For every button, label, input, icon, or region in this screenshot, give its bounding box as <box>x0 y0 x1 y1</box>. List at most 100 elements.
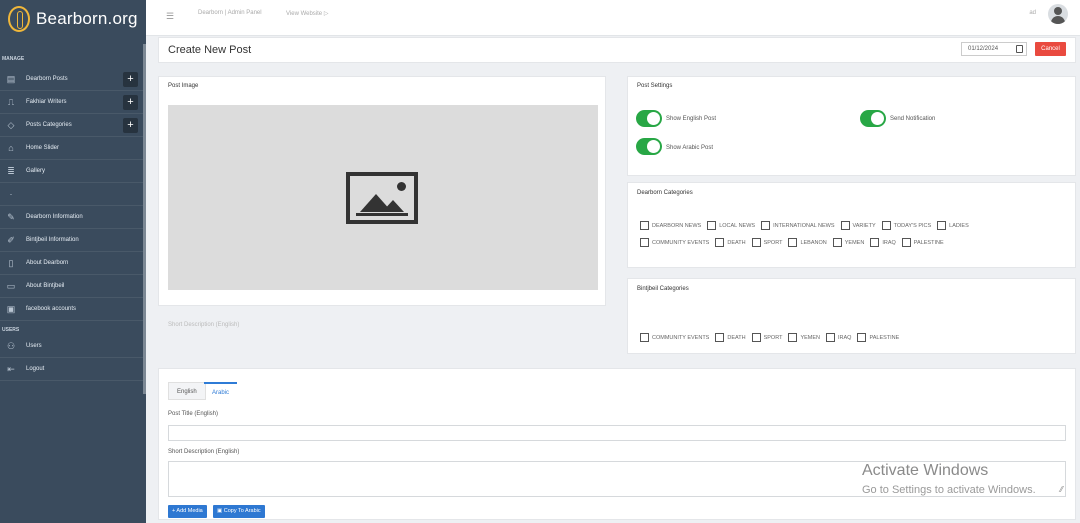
category-checkbox[interactable]: SPORT <box>751 333 782 342</box>
sidebar-item-label: Fakhiar Writers <box>26 99 67 105</box>
checkbox-box[interactable] <box>761 221 771 230</box>
sidebar-item-dearborn-posts[interactable]: ▤ Dearborn Posts + <box>0 68 146 91</box>
cancel-button[interactable]: Cancel <box>1035 42 1066 56</box>
sidebar-item-home-slider[interactable]: ⌂ Home Slider <box>0 137 146 160</box>
sidebar-item-blank[interactable]: · <box>0 183 146 206</box>
category-checkbox[interactable]: INTERNATIONAL NEWS <box>761 221 835 230</box>
checkbox-box[interactable] <box>881 221 891 230</box>
tab-english[interactable]: English <box>168 382 206 400</box>
category-checkbox[interactable]: SPORT <box>751 238 783 247</box>
category-checkbox[interactable]: LOCAL NEWS <box>707 221 755 230</box>
category-label: SPORT <box>763 239 783 246</box>
sidebar-item-users[interactable]: ⚇ Users <box>0 335 146 358</box>
logo[interactable]: Bearborn.org <box>0 0 146 38</box>
category-checkbox[interactable]: PALESTINE <box>857 333 899 342</box>
checkbox-box[interactable] <box>901 238 911 247</box>
category-label: DEATH <box>727 239 746 246</box>
tab-arabic[interactable]: Arabic <box>204 382 238 400</box>
show-arabic-label: Show Arabic Post <box>666 145 714 151</box>
avatar[interactable] <box>1048 4 1068 24</box>
sidebar-item-label: About Bintjbeil <box>26 283 65 289</box>
checkbox-box[interactable] <box>751 238 761 247</box>
show-arabic-toggle[interactable] <box>636 138 662 155</box>
checkbox-box[interactable] <box>840 221 850 230</box>
category-checkbox[interactable]: PALESTINE <box>901 238 944 247</box>
dearborn-categories-row2: COMMUNITY EVENTS DEATH SPORT LEBANON YEM… <box>640 238 946 247</box>
bintjbeil-categories-title: Bintjbeil Categories <box>637 286 689 292</box>
copy-icon: ▣ <box>217 508 224 514</box>
send-notification-toggle[interactable] <box>860 110 886 127</box>
category-checkbox[interactable]: VARIETY <box>840 221 876 230</box>
category-label: YEMEN <box>800 334 821 341</box>
category-checkbox[interactable]: IRAQ <box>870 238 896 247</box>
category-checkbox[interactable]: DEARBORN NEWS <box>640 221 701 230</box>
admin-panel-link[interactable]: Dearborn | Admin Panel <box>198 10 262 16</box>
category-checkbox[interactable]: TODAY'S PICS <box>881 221 931 230</box>
post-content-form: English Arabic Post Title (English) Shor… <box>158 368 1076 520</box>
section-users: USERS <box>2 327 20 333</box>
category-checkbox[interactable]: IRAQ <box>826 333 851 342</box>
resize-handle-icon[interactable]: ⁄⁄ <box>1060 485 1063 494</box>
view-website-link[interactable]: View Website ▷ <box>286 10 328 17</box>
sidebar-scrollbar[interactable] <box>143 44 146 394</box>
post-date-input[interactable]: 01/12/2024 <box>961 42 1027 56</box>
category-label: COMMUNITY EVENTS <box>652 239 710 246</box>
category-label: COMMUNITY EVENTS <box>652 334 710 341</box>
category-checkbox[interactable]: LEBANON <box>788 238 827 247</box>
checkbox-box[interactable] <box>826 333 836 342</box>
show-english-toggle[interactable] <box>636 110 662 127</box>
checkbox-box[interactable] <box>707 221 717 230</box>
sidebar-item-facebook[interactable]: ▣ facebook accounts <box>0 298 146 321</box>
sidebar-item-about-bintjbeil[interactable]: ▭ About Bintjbeil <box>0 275 146 298</box>
category-label: PALESTINE <box>869 334 900 341</box>
add-category-button[interactable]: + <box>123 118 138 133</box>
category-checkbox[interactable]: DEATH <box>715 333 746 342</box>
gallery-icon: ≣ <box>7 165 15 176</box>
bintjbeil-categories-row1: COMMUNITY EVENTS DEATH SPORT YEMEN IRAQ … <box>640 333 901 342</box>
checkbox-box[interactable] <box>832 238 842 247</box>
checkbox-box[interactable] <box>715 238 725 247</box>
activation-watermark-title: Activate Windows <box>862 462 989 479</box>
page-title: Create New Post <box>168 44 252 56</box>
checkbox-box[interactable] <box>937 221 947 230</box>
sidebar-item-about-dearborn[interactable]: ▯ About Dearborn <box>0 252 146 275</box>
writers-icon: ⎍ <box>7 96 15 107</box>
sidebar-item-bintjbeil-info[interactable]: ✐ Bintjbeil Information <box>0 229 146 252</box>
post-title-input[interactable] <box>168 425 1066 441</box>
category-checkbox[interactable]: COMMUNITY EVENTS <box>640 333 709 342</box>
image-upload-area[interactable] <box>168 105 598 290</box>
category-checkbox[interactable]: YEMEN <box>832 238 865 247</box>
pointer-icon: ▷ <box>323 11 329 17</box>
sidebar-item-label: Posts Categories <box>26 122 72 128</box>
info-icon: ✎ <box>7 211 15 222</box>
menu-toggle-icon[interactable]: ☰ <box>166 11 174 22</box>
checkbox-box[interactable] <box>715 333 725 342</box>
category-checkbox[interactable]: YEMEN <box>788 333 820 342</box>
category-label: YEMEN <box>844 239 865 246</box>
category-checkbox[interactable]: LADIES <box>937 221 969 230</box>
add-media-button[interactable]: + Add Media <box>168 505 207 518</box>
add-writer-button[interactable]: + <box>123 95 138 110</box>
post-title-label: Post Title (English) <box>168 411 219 417</box>
checkbox-box[interactable] <box>751 333 761 342</box>
sidebar-item-gallery[interactable]: ≣ Gallery <box>0 160 146 183</box>
category-label: DEARBORN NEWS <box>652 222 702 229</box>
checkbox-box[interactable] <box>640 221 649 230</box>
logout-icon: ⇤ <box>7 363 15 374</box>
checkbox-box[interactable] <box>640 333 649 342</box>
calendar-icon[interactable] <box>1016 45 1023 53</box>
checkbox-box[interactable] <box>640 238 649 247</box>
copy-to-arabic-button[interactable]: ▣ Copy To Arabic <box>213 505 265 518</box>
category-checkbox[interactable]: DEATH <box>715 238 746 247</box>
sidebar-item-categories[interactable]: ◇ Posts Categories + <box>0 114 146 137</box>
sidebar-item-writers[interactable]: ⎍ Fakhiar Writers + <box>0 91 146 114</box>
checkbox-box[interactable] <box>870 238 880 247</box>
sidebar-item-logout[interactable]: ⇤ Logout <box>0 358 146 381</box>
sidebar-item-dearborn-info[interactable]: ✎ Dearborn Information <box>0 206 146 229</box>
checkbox-box[interactable] <box>788 238 798 247</box>
checkbox-box[interactable] <box>788 333 798 342</box>
add-post-button[interactable]: + <box>123 72 138 87</box>
category-checkbox[interactable]: COMMUNITY EVENTS <box>640 238 709 247</box>
about2-icon: ▭ <box>6 280 16 291</box>
checkbox-box[interactable] <box>857 333 867 342</box>
